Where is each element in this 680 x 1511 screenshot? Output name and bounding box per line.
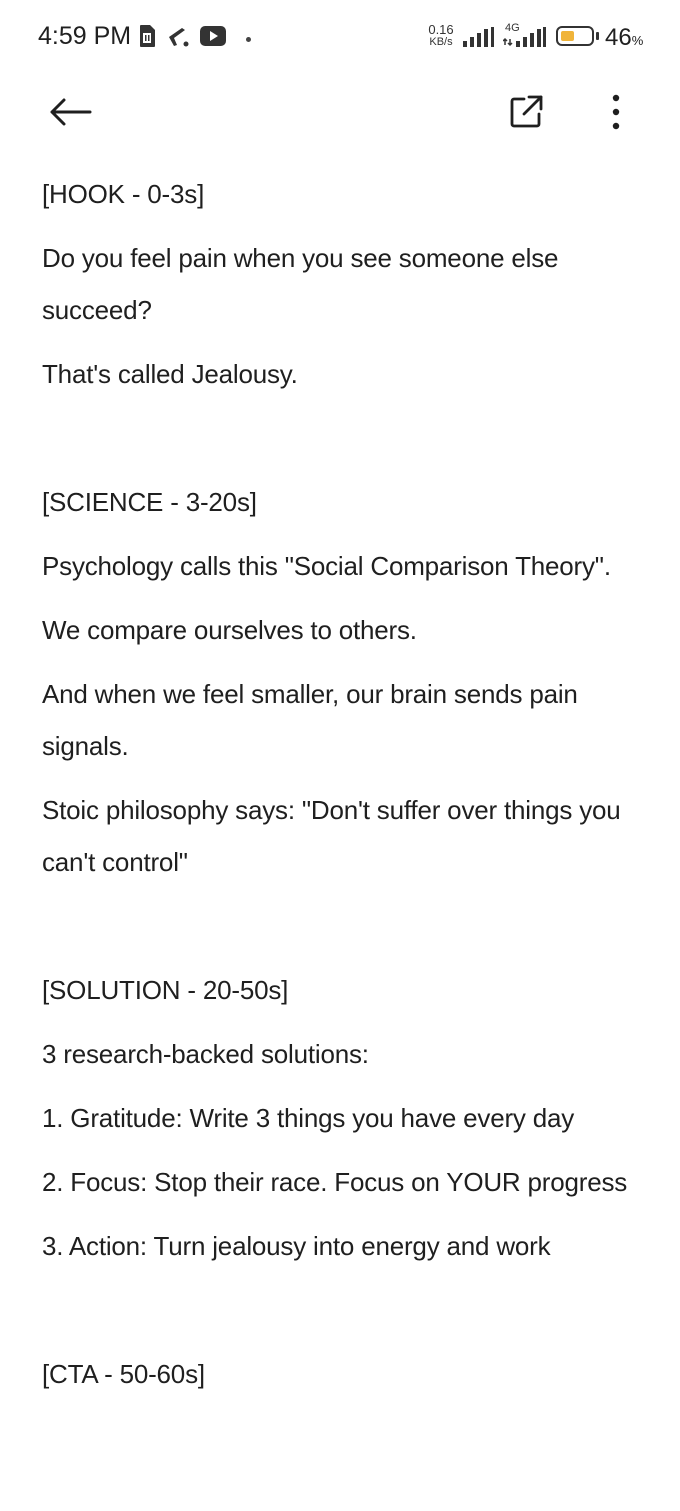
document-line: Do you feel pain when you see someone el… xyxy=(42,243,559,325)
status-notification-icons xyxy=(138,24,226,52)
signal-icon xyxy=(463,27,495,52)
battery-percent-unit: % xyxy=(631,33,644,48)
document-line: 2. Focus: Stop their race. Focus on YOUR… xyxy=(42,1167,628,1197)
section-heading: [SOLUTION - 20-50s] xyxy=(42,975,289,1005)
document-line: We compare ourselves to others. xyxy=(42,615,417,645)
status-time: 4:59 PM xyxy=(38,22,132,50)
section-heading: [HOOK - 0-3s] xyxy=(42,179,205,209)
document-line: 1. Gratitude: Write 3 things you have ev… xyxy=(42,1103,575,1133)
app-bar xyxy=(0,72,680,162)
section-heading: [SCIENCE - 3-20s] xyxy=(42,487,257,517)
battery-icon xyxy=(556,26,594,46)
document-body: [HOOK - 0-3s] Do you feel pain when you s… xyxy=(42,168,642,1412)
document-line: 3 research-backed solutions: xyxy=(42,1039,369,1069)
document-line: Stoic philosophy says: "Don't suffer ove… xyxy=(42,795,621,877)
document-line: That's called Jealousy. xyxy=(42,359,298,389)
more-vert-icon xyxy=(612,94,620,135)
battery-percent-value: 46 xyxy=(605,24,632,51)
status-dot xyxy=(246,37,251,42)
document-line: 3. Action: Turn jealousy into energy and… xyxy=(42,1231,551,1261)
battery-percent: 46% xyxy=(605,24,643,52)
signal-4g-icon xyxy=(502,27,547,52)
back-button[interactable] xyxy=(40,90,100,138)
battery-level-fill xyxy=(561,31,574,41)
network-speed-unit: KB/s xyxy=(429,36,453,48)
sim-card-icon xyxy=(138,24,156,53)
notification-icon xyxy=(166,24,190,53)
network-speed-value: 0.16 xyxy=(428,22,454,37)
status-bar: 4:59 PM 0.16 KB/s 4G 46% xyxy=(0,0,680,72)
more-options-button[interactable] xyxy=(594,90,638,138)
open-external-icon xyxy=(508,94,544,135)
document-line: Psychology calls this "Social Comparison… xyxy=(42,551,611,581)
back-arrow-icon xyxy=(48,96,92,133)
battery-tip xyxy=(596,32,599,40)
document-line: And when we feel smaller, our brain send… xyxy=(42,679,578,761)
section-heading: [CTA - 50-60s] xyxy=(42,1359,205,1389)
youtube-icon xyxy=(200,25,226,51)
open-external-button[interactable] xyxy=(502,90,550,138)
network-speed: 0.16 KB/s xyxy=(424,22,458,48)
